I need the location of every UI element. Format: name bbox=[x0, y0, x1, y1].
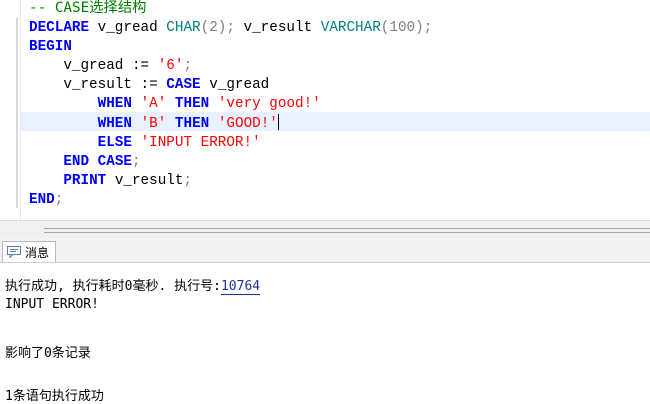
char-length: (2); bbox=[200, 20, 235, 36]
type-varchar: VARCHAR bbox=[320, 20, 381, 36]
summary-text: 1条语句执行成功 bbox=[5, 389, 104, 404]
when-value-a: 'A' bbox=[140, 96, 167, 112]
horizontal-scrollbar[interactable] bbox=[0, 220, 650, 238]
sql-code[interactable]: -- CASE选择结构 DECLARE v_gread CHAR(2); v_r… bbox=[29, 0, 432, 210]
var-v-result: v_result bbox=[234, 20, 321, 36]
kw-when: WHEN bbox=[97, 96, 132, 112]
text-caret bbox=[277, 114, 279, 130]
else-result: 'INPUT ERROR!' bbox=[140, 135, 261, 151]
kw-begin: BEGIN bbox=[29, 39, 72, 55]
message-icon-svg bbox=[7, 246, 21, 258]
varchar-length: (100); bbox=[380, 20, 433, 36]
var-v-gread: v_gread bbox=[89, 20, 167, 36]
kw-declare: DECLARE bbox=[29, 20, 90, 36]
semicolon: ; bbox=[183, 173, 193, 189]
code-line-7: WHEN 'B' THEN 'GOOD!' bbox=[29, 114, 279, 132]
code-line-6: WHEN 'A' THEN 'very good!' bbox=[29, 96, 321, 112]
editor-gutter bbox=[0, 0, 21, 220]
exec-status-text: 执行成功, 执行耗时0毫秒. 执行号: bbox=[5, 279, 221, 294]
kw-case: CASE bbox=[97, 154, 132, 170]
sql-editor[interactable]: -- CASE选择结构 DECLARE v_gread CHAR(2); v_r… bbox=[0, 0, 650, 220]
results-tabbar: 消息 bbox=[0, 238, 650, 263]
code-line-1: -- CASE选择结构 bbox=[29, 0, 147, 17]
print-arg: v_result bbox=[106, 173, 184, 189]
semicolon: ; bbox=[132, 154, 141, 170]
gread-value: '6' bbox=[157, 58, 184, 74]
kw-then: THEN bbox=[174, 116, 210, 132]
affected-rows-text: 影响了0条记录 bbox=[5, 346, 91, 361]
assign-gread: v_gread := bbox=[29, 58, 158, 74]
code-line-11: END; bbox=[29, 192, 63, 208]
kw-print: PRINT bbox=[63, 173, 107, 189]
tab-messages[interactable]: 消息 bbox=[2, 241, 57, 262]
type-char: CHAR bbox=[166, 20, 201, 36]
scrollbar-thumb[interactable] bbox=[44, 228, 650, 233]
case-expr: v_gread bbox=[200, 77, 270, 93]
semicolon: ; bbox=[183, 58, 193, 74]
kw-when: WHEN bbox=[97, 116, 132, 132]
code-line-2: DECLARE v_gread CHAR(2); v_result VARCHA… bbox=[29, 20, 432, 36]
when-result-a: 'very good!' bbox=[217, 96, 321, 112]
code-line-10: PRINT v_result; bbox=[29, 173, 192, 189]
messages-panel: 执行成功, 执行耗时0毫秒. 执行号:10764 INPUT ERROR! 影响… bbox=[0, 263, 650, 404]
kw-else: ELSE bbox=[97, 135, 132, 151]
code-line-3: BEGIN bbox=[29, 39, 72, 55]
semicolon: ; bbox=[54, 192, 64, 208]
message-icon bbox=[7, 246, 21, 258]
kw-end-final: END bbox=[29, 192, 55, 208]
code-line-8: ELSE 'INPUT ERROR!' bbox=[29, 135, 261, 151]
print-output: INPUT ERROR! bbox=[5, 297, 99, 312]
when-result-b: 'GOOD!' bbox=[217, 116, 278, 132]
code-line-4: v_gread := '6'; bbox=[29, 58, 192, 74]
kw-end: END bbox=[63, 154, 90, 170]
comment-text: -- CASE选择结构 bbox=[29, 0, 147, 16]
exec-status-line: 执行成功, 执行耗时0毫秒. 执行号:10764 bbox=[5, 275, 261, 295]
tab-messages-label: 消息 bbox=[25, 245, 50, 260]
fold-region-marker bbox=[16, 18, 18, 208]
kw-case: CASE bbox=[166, 77, 201, 93]
when-value-b: 'B' bbox=[140, 116, 167, 132]
kw-then: THEN bbox=[174, 96, 210, 112]
code-line-5: v_result := CASE v_gread bbox=[29, 77, 269, 93]
exec-id-link[interactable]: 10764 bbox=[220, 279, 261, 295]
assign-result: v_result := bbox=[29, 77, 167, 93]
code-line-9: END CASE; bbox=[29, 154, 141, 170]
